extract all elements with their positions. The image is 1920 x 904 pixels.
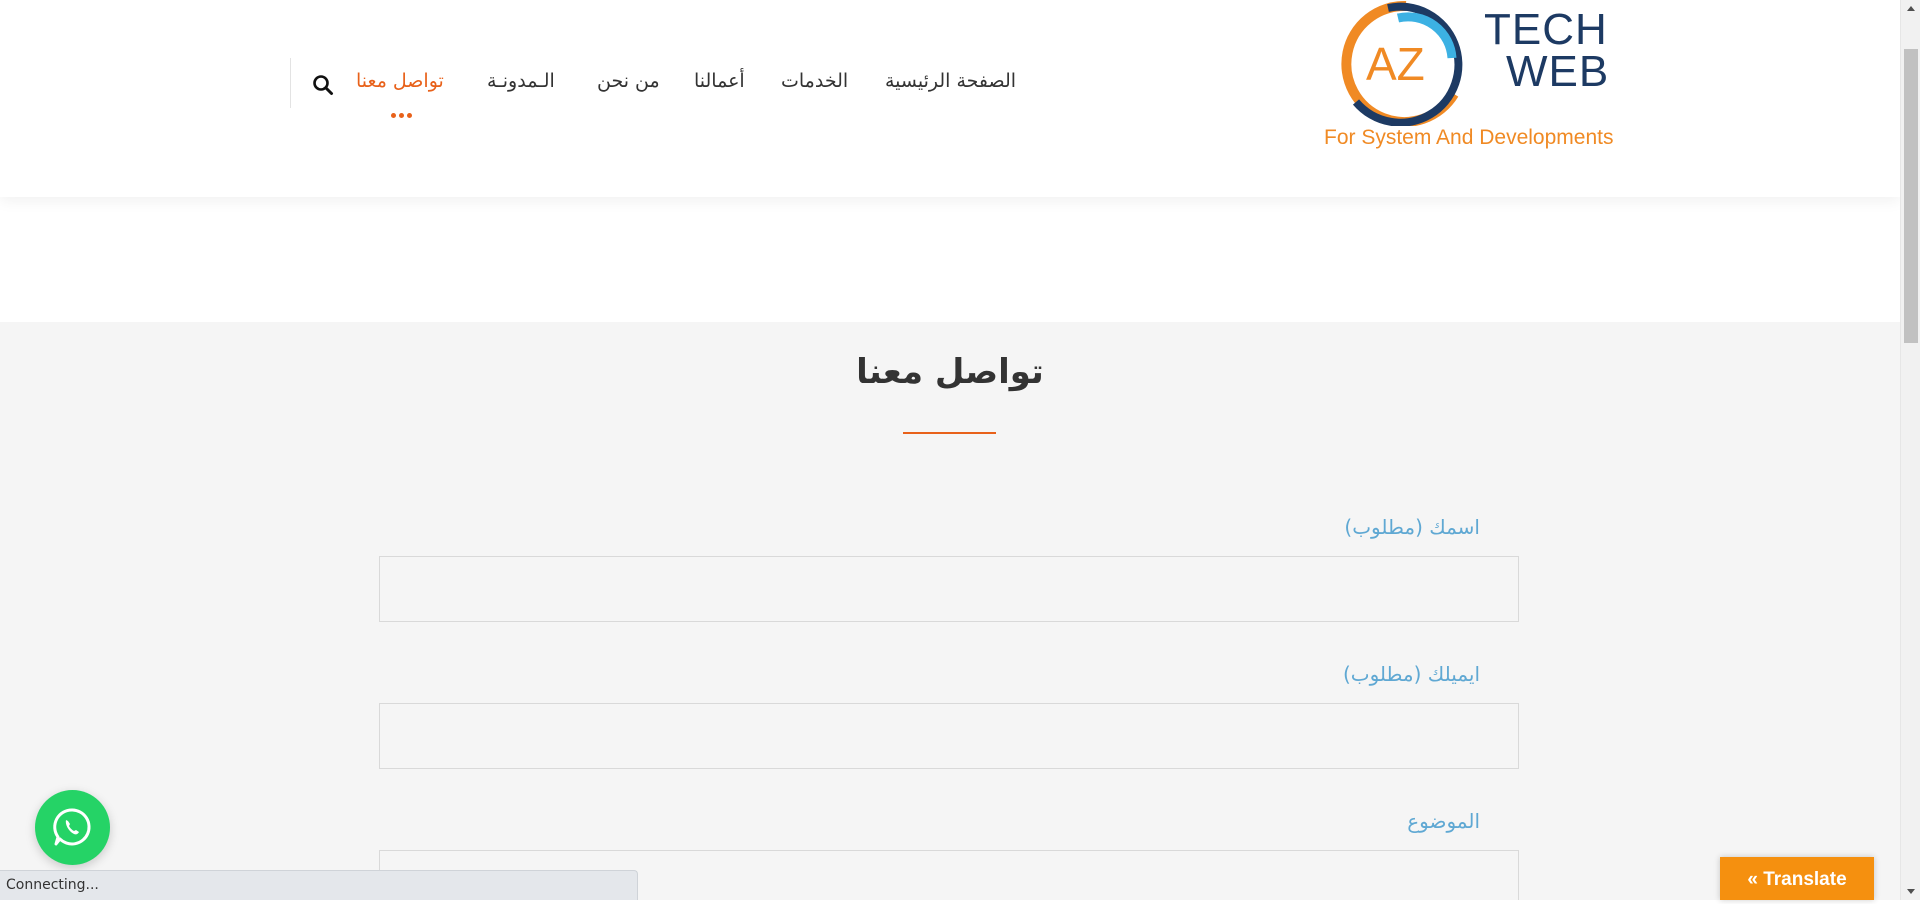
scrollbar-thumb[interactable] [1904,49,1918,343]
vertical-scrollbar[interactable] [1900,0,1920,900]
scroll-down-arrow[interactable] [1901,883,1920,900]
scroll-up-arrow[interactable] [1901,0,1920,17]
whatsapp-icon [53,808,91,846]
email-field[interactable] [379,703,1519,769]
svg-text:AZ: AZ [1366,38,1425,90]
nav-item-contact[interactable]: تواصل معنا [356,70,444,100]
nav-item-services[interactable]: الخدمات [781,70,848,100]
browser-status-bar: Connecting... [0,870,638,900]
search-icon [313,75,333,95]
search-button[interactable] [311,73,335,97]
nav-item-about[interactable]: من نحن [597,70,660,100]
logo-tagline: For System And Developments [1324,126,1614,149]
page-title: تواصل معنا [856,352,1044,392]
page: AZ TECH WEB For System And Developments … [0,0,1900,900]
active-nav-indicator [391,103,417,118]
name-field-label: اسمك (مطلوب) [1344,515,1480,539]
logo-letters: AZ [1366,38,1425,90]
whatsapp-button[interactable] [35,790,110,865]
title-underline [903,432,996,434]
nav-item-home[interactable]: الصفحة الرئيسية [885,70,1016,100]
site-header: AZ TECH WEB For System And Developments … [0,0,1900,197]
caret-down-icon [1907,889,1915,894]
name-field[interactable] [379,556,1519,622]
translate-button[interactable]: « Translate [1720,857,1874,900]
email-field-label: ايميلك (مطلوب) [1342,662,1480,686]
nav-item-works[interactable]: أعمالنا [694,70,745,100]
nav-item-blog[interactable]: الـمدونـة [487,70,555,100]
nav-divider [290,58,291,108]
logo-text-web: WEB [1506,47,1610,96]
logo-text-tech: TECH [1484,5,1608,54]
subject-field-label: الموضوع [1407,809,1480,833]
caret-up-icon [1907,6,1915,11]
logo[interactable]: AZ TECH WEB For System And Developments [1322,0,1642,162]
